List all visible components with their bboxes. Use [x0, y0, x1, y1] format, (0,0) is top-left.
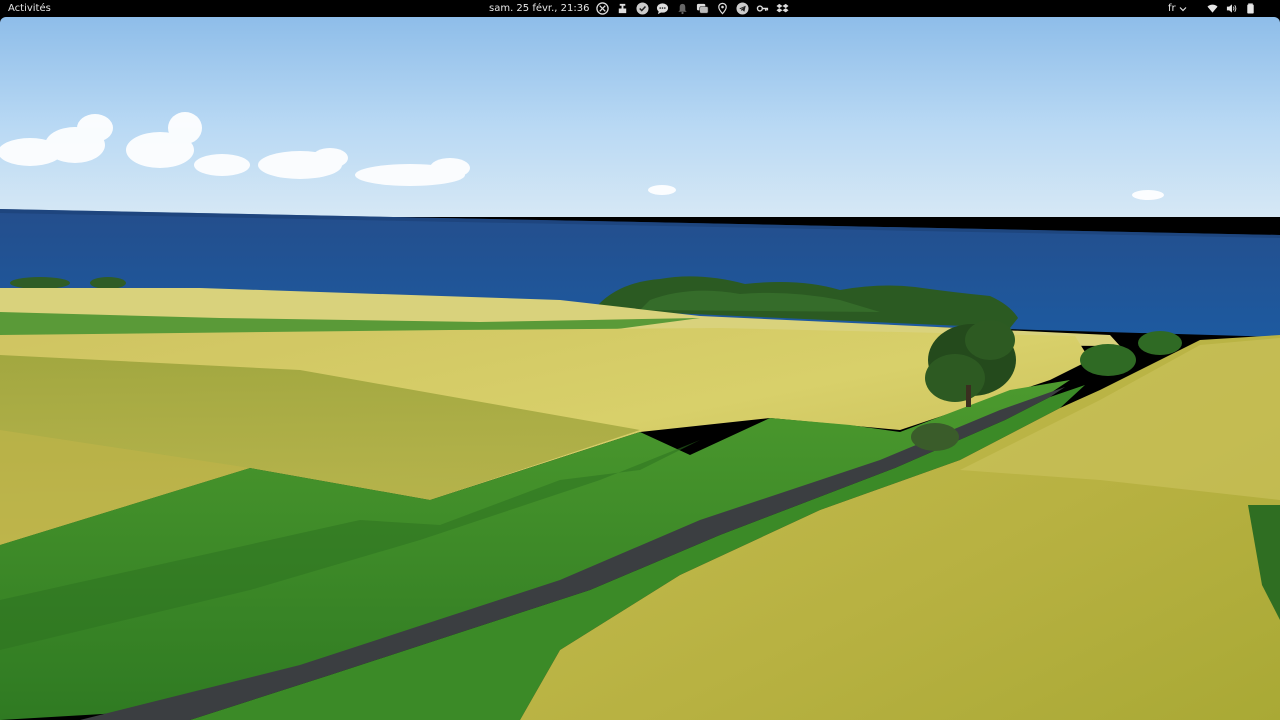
key-icon[interactable]	[755, 1, 770, 16]
wifi-icon	[1206, 2, 1219, 15]
dropbox-icon[interactable]	[775, 1, 790, 16]
messages-icon[interactable]	[695, 1, 710, 16]
usb-drive-icon[interactable]	[615, 1, 630, 16]
language-label: fr	[1168, 3, 1176, 14]
update-check-icon[interactable]	[635, 1, 650, 16]
telegram-icon[interactable]	[735, 1, 750, 16]
location-pin-icon[interactable]	[715, 1, 730, 16]
activities-button[interactable]: Activités	[8, 2, 51, 15]
battery-icon	[1244, 2, 1257, 15]
system-menu[interactable]	[1206, 1, 1263, 16]
desktop: Activités sam. 25 févr., 21:36 fr	[0, 0, 1280, 720]
language-selector[interactable]: fr	[1168, 2, 1187, 15]
notification-bell-icon[interactable]	[675, 1, 690, 16]
system-tray	[595, 1, 795, 16]
crossover-icon[interactable]	[595, 1, 610, 16]
clock-button[interactable]: sam. 25 févr., 21:36	[489, 2, 589, 15]
top-panel: Activités sam. 25 févr., 21:36 fr	[0, 0, 1280, 17]
volume-icon	[1225, 2, 1238, 15]
chevron-down-icon	[1179, 6, 1187, 11]
desktop-wallpaper	[0, 17, 1280, 720]
chat-bubble-icon[interactable]	[655, 1, 670, 16]
